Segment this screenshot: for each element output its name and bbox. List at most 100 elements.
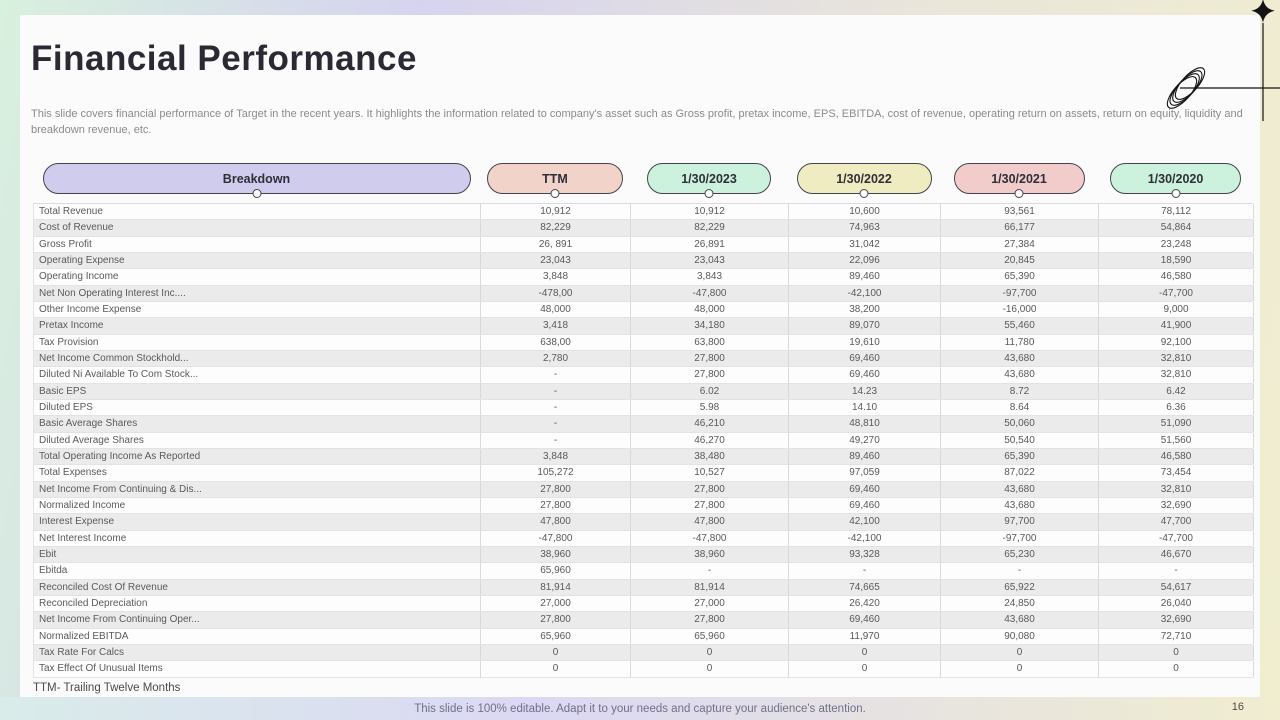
value-cell: 65,960 xyxy=(481,563,631,579)
value-cell: 0 xyxy=(1099,644,1254,661)
row-label-cell: Basic Average Shares xyxy=(34,416,481,432)
value-cell: 26,420 xyxy=(789,595,941,612)
row-label-cell: Diluted Average Shares xyxy=(34,432,481,448)
value-cell: 43,680 xyxy=(941,350,1099,367)
value-cell: 38,480 xyxy=(631,448,789,465)
page-title: Financial Performance xyxy=(31,39,417,78)
table-row: Net Interest Income -47,800 -47,800 -42,100… xyxy=(34,530,1254,547)
page-number: 16 xyxy=(1231,701,1244,713)
value-cell: 10,912 xyxy=(631,204,789,220)
value-cell: 82,229 xyxy=(481,220,631,236)
value-cell: 81,914 xyxy=(631,579,789,595)
value-cell: 26,891 xyxy=(631,236,789,252)
value-cell: - xyxy=(481,416,631,432)
value-cell: - xyxy=(481,367,631,383)
value-cell: 27,000 xyxy=(631,595,789,612)
column-pill-label: 1/30/2021 xyxy=(991,171,1047,186)
value-cell: 14.23 xyxy=(789,383,941,399)
value-cell: 89,460 xyxy=(789,448,941,465)
value-cell: 87,022 xyxy=(941,465,1099,481)
value-cell: 48,810 xyxy=(789,416,941,432)
value-cell: 3,418 xyxy=(481,318,631,334)
value-cell: 27,800 xyxy=(631,350,789,367)
value-cell: 27,384 xyxy=(941,236,1099,252)
footnote: TTM- Trailing Twelve Months xyxy=(33,682,181,694)
column-pill: 1/30/2022 xyxy=(796,163,932,194)
value-cell: 65,960 xyxy=(481,628,631,644)
table-row: Tax Effect Of Unusual Items 0 0 0 0 0 xyxy=(34,661,1254,678)
value-cell: 0 xyxy=(941,644,1099,661)
value-cell: 18,590 xyxy=(1099,252,1254,269)
value-cell: 46,210 xyxy=(631,416,789,432)
table-row: Basic EPS -6.02 14.23 8.72 6.42 xyxy=(34,383,1254,400)
column-pill: 1/30/2020 xyxy=(1110,163,1241,194)
value-cell: -47,800 xyxy=(481,530,631,546)
value-cell: 32,690 xyxy=(1099,612,1254,628)
row-label-cell: Net Non Operating Interest Inc.... xyxy=(34,285,481,301)
table-row: Normalized EBITDA 65,960 65,960 11,970 90,08… xyxy=(34,628,1254,645)
value-cell: 43,680 xyxy=(941,367,1099,383)
slide-canvas: Financial Performance This slide covers … xyxy=(20,15,1260,697)
value-cell: 34,180 xyxy=(631,318,789,334)
value-cell: 0 xyxy=(941,661,1099,677)
table-row: Net Income From Continuing Oper... 27,800… xyxy=(34,612,1254,629)
value-cell: 69,460 xyxy=(789,350,941,367)
value-cell: - xyxy=(941,563,1099,579)
value-cell: 74,963 xyxy=(789,220,941,236)
table-row: Tax Provision 638,00 63,800 19,610 11,780 92,… xyxy=(34,334,1254,351)
table-row: Interest Expense 47,800 47,800 42,100 97,700… xyxy=(34,514,1254,531)
value-cell: 32,690 xyxy=(1099,497,1254,514)
value-cell: 3,848 xyxy=(481,269,631,285)
value-cell: - xyxy=(789,563,941,579)
value-cell: 0 xyxy=(481,661,631,677)
value-cell: 0 xyxy=(789,644,941,661)
value-cell: 22,096 xyxy=(789,252,941,269)
table-row: Diluted Average Shares -46,270 49,270 50,54… xyxy=(34,432,1254,449)
value-cell: 65,390 xyxy=(941,448,1099,465)
table-row: Net Income From Continuing & Dis... 27,80… xyxy=(34,481,1254,498)
value-cell: 50,540 xyxy=(941,432,1099,448)
value-cell: 11,780 xyxy=(941,334,1099,350)
value-cell: -97,700 xyxy=(941,530,1099,546)
table-row: Operating Income 3,848 3,843 89,460 65,390 46… xyxy=(34,269,1254,286)
row-label-cell: Cost of Revenue xyxy=(34,220,481,236)
value-cell: 97,059 xyxy=(789,465,941,481)
value-cell: 23,248 xyxy=(1099,236,1254,252)
value-cell: 23,043 xyxy=(631,252,789,269)
table-body: Total Revenue 10,912 10,912 10,600 93,561 78,… xyxy=(34,204,1254,678)
value-cell: 42,100 xyxy=(789,514,941,530)
table-row: Diluted EPS -5.98 14.10 8.64 6.36 xyxy=(34,399,1254,417)
value-cell: 65,960 xyxy=(631,628,789,644)
value-cell: 638,00 xyxy=(481,334,631,350)
column-pill-label: 1/30/2020 xyxy=(1147,171,1204,186)
column-pill: 1/30/2021 xyxy=(953,163,1085,194)
value-cell: 2,780 xyxy=(481,350,631,367)
value-cell: 31,042 xyxy=(789,236,941,252)
value-cell: 73,454 xyxy=(1099,465,1254,481)
value-cell: 41,900 xyxy=(1099,318,1254,334)
table-row: Other Income Expense 48,000 48,000 38,200 -1… xyxy=(34,301,1254,319)
value-cell: 27,800 xyxy=(631,612,789,628)
financial-table: Total Revenue 10,912 10,912 10,600 93,561 78,… xyxy=(33,203,1254,678)
value-cell: 27,000 xyxy=(481,595,631,612)
value-cell: -47,800 xyxy=(631,530,789,546)
row-label-cell: Net Income From Continuing & Dis... xyxy=(34,481,481,497)
table-row: Reconciled Depreciation 27,000 27,000 26,42… xyxy=(34,595,1254,613)
value-cell: 69,460 xyxy=(789,497,941,514)
column-pill-label: Breakdown xyxy=(222,171,291,186)
table-row: Pretax Income 3,418 34,180 89,070 55,460 41,9… xyxy=(34,318,1254,335)
value-cell: 69,460 xyxy=(789,612,941,628)
row-label-cell: Basic EPS xyxy=(34,383,481,399)
value-cell: 49,270 xyxy=(789,432,941,448)
value-cell: 46,670 xyxy=(1099,546,1254,563)
value-cell: 32,810 xyxy=(1099,350,1254,367)
value-cell: 0 xyxy=(789,661,941,677)
footer-note: This slide is 100% editable. Adapt it to… xyxy=(414,702,866,715)
column-pill: 1/30/2023 xyxy=(647,163,771,194)
value-cell: 65,230 xyxy=(941,546,1099,563)
value-cell: 32,810 xyxy=(1099,481,1254,497)
table-row: Total Operating Income As Reported 3,848 3… xyxy=(34,448,1254,466)
value-cell: 48,000 xyxy=(631,301,789,318)
value-cell: 78,112 xyxy=(1099,204,1254,220)
row-label-cell: Tax Effect Of Unusual Items xyxy=(34,661,481,677)
